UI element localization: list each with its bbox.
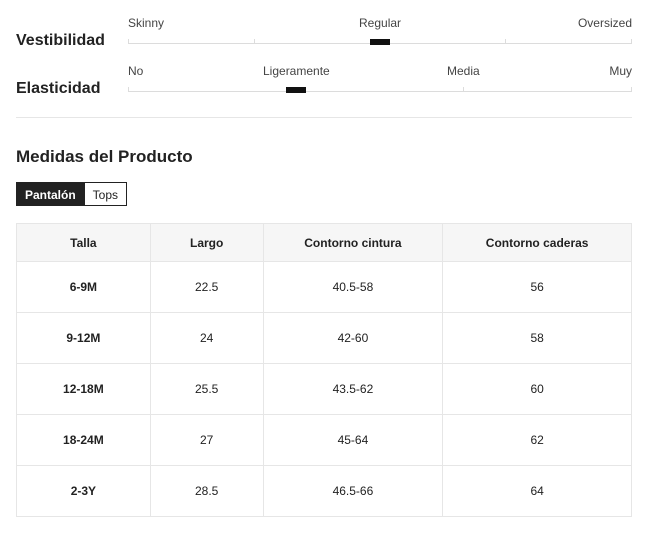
- table-row: 12-18M 25.5 43.5-62 60: [16, 363, 632, 415]
- elasticity-title: Elasticidad: [16, 80, 101, 97]
- elasticity-scale: Elasticidad No Ligeramente Media Muy: [16, 64, 632, 108]
- hip-cell: 64: [442, 465, 632, 517]
- column-header-talla: Talla: [16, 223, 151, 262]
- waist-cell: 43.5-62: [262, 363, 444, 415]
- elasticity-label-ligeramente: Ligeramente: [263, 64, 330, 78]
- size-cell: 2-3Y: [16, 465, 151, 517]
- length-cell: 22.5: [149, 261, 264, 313]
- fit-tick: [631, 39, 632, 44]
- size-cell: 9-12M: [16, 312, 151, 364]
- tab-pantalon[interactable]: Pantalón: [16, 182, 85, 206]
- fit-label-oversized: Oversized: [577, 16, 632, 30]
- size-cell: 18-24M: [16, 414, 151, 466]
- fit-label-regular: Regular: [359, 16, 402, 30]
- column-header-largo: Largo: [149, 223, 264, 262]
- size-table: Talla Largo Contorno cintura Contorno ca…: [16, 223, 632, 517]
- elasticity-tick: [463, 87, 464, 92]
- fit-scale-box: Skinny Regular Oversized: [128, 16, 632, 56]
- column-header-cintura: Contorno cintura: [262, 223, 444, 262]
- hip-cell: 62: [442, 414, 632, 466]
- table-row: 9-12M 24 42-60 58: [16, 312, 632, 364]
- elasticity-label-no: No: [128, 64, 144, 78]
- measurements-title: Medidas del Producto: [16, 147, 193, 166]
- size-cell: 6-9M: [16, 261, 151, 313]
- fit-tick: [254, 39, 255, 44]
- table-row: 6-9M 22.5 40.5-58 56: [16, 261, 632, 313]
- elasticity-marker: [286, 87, 306, 93]
- size-tabs: Pantalón Tops: [16, 182, 128, 206]
- fit-marker: [370, 39, 390, 45]
- elasticity-tick: [128, 87, 129, 92]
- length-cell: 27: [149, 414, 264, 466]
- column-header-caderas: Contorno caderas: [442, 223, 632, 262]
- elasticity-track: [128, 91, 632, 92]
- elasticity-tick: [631, 87, 632, 92]
- fit-scale: Vestibilidad Skinny Regular Oversized: [16, 16, 632, 60]
- fit-label-skinny: Skinny: [128, 16, 165, 30]
- table-row: 18-24M 27 45-64 62: [16, 414, 632, 466]
- waist-cell: 46.5-66: [262, 465, 444, 517]
- waist-cell: 45-64: [262, 414, 444, 466]
- waist-cell: 40.5-58: [262, 261, 444, 313]
- fit-title: Vestibilidad: [16, 32, 105, 49]
- size-cell: 12-18M: [16, 363, 151, 415]
- elasticity-label-muy: Muy: [609, 64, 632, 78]
- hip-cell: 58: [442, 312, 632, 364]
- length-cell: 24: [149, 312, 264, 364]
- waist-cell: 42-60: [262, 312, 444, 364]
- table-header-row: Talla Largo Contorno cintura Contorno ca…: [16, 223, 632, 262]
- length-cell: 25.5: [149, 363, 264, 415]
- table-row: 2-3Y 28.5 46.5-66 64: [16, 465, 632, 517]
- section-divider: [16, 117, 632, 118]
- length-cell: 28.5: [149, 465, 264, 517]
- fit-tick: [128, 39, 129, 44]
- tab-tops[interactable]: Tops: [84, 182, 128, 206]
- fit-tick: [505, 39, 506, 44]
- elasticity-label-media: Media: [447, 64, 480, 78]
- hip-cell: 56: [442, 261, 632, 313]
- hip-cell: 60: [442, 363, 632, 415]
- elasticity-scale-box: No Ligeramente Media Muy: [128, 64, 632, 104]
